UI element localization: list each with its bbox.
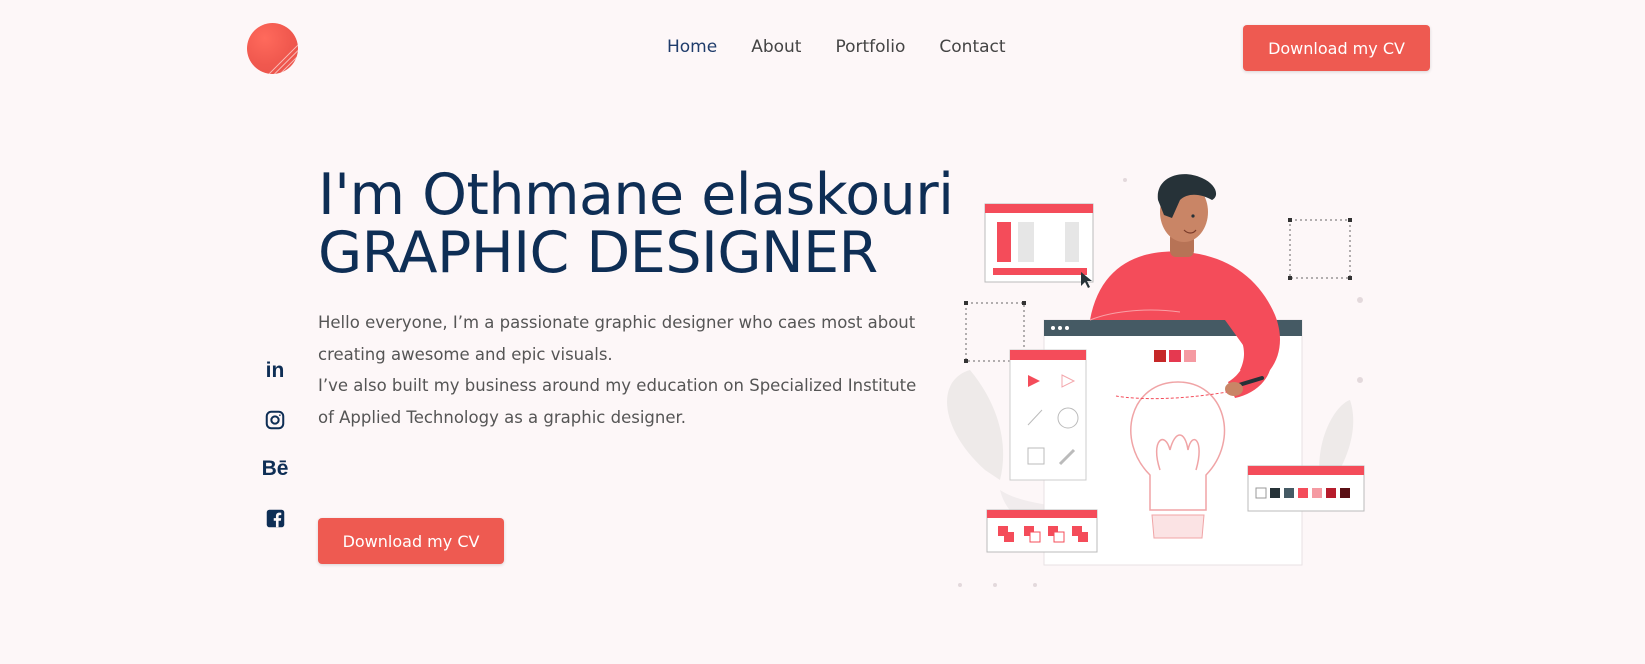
instagram-icon[interactable] [262, 407, 288, 433]
nav-about-link[interactable]: About [751, 37, 801, 57]
nav-home-link[interactable]: Home [667, 37, 717, 57]
nav-portfolio-link[interactable]: Portfolio [835, 37, 905, 57]
hero-title-name: I'm Othmane elaskouri [318, 162, 954, 228]
brand-logo[interactable] [247, 23, 298, 74]
designer-illustration [947, 174, 1365, 587]
header-download-cv-button[interactable]: Download my CV [1243, 25, 1430, 71]
hero-description: Hello everyone, I’m a passionate graphic… [318, 307, 918, 433]
hero-paragraph-education: I’ve also built my business around my ed… [318, 376, 917, 427]
main-nav: Home About Portfolio Contact [667, 37, 1040, 57]
behance-icon[interactable]: Bē [262, 456, 289, 482]
linkedin-icon[interactable]: in [262, 358, 288, 384]
hero-title-role: GRAPHIC DESIGNER [318, 220, 878, 286]
facebook-icon[interactable] [262, 505, 288, 531]
nav-contact-link[interactable]: Contact [939, 37, 1005, 57]
social-links: in Bē [262, 358, 288, 554]
hero-title: I'm Othmane elaskouri GRAPHIC DESIGNER [318, 166, 954, 282]
hero-download-cv-button[interactable]: Download my CV [318, 518, 504, 564]
hero-paragraph-intro: Hello everyone, I’m a passionate graphic… [318, 313, 916, 364]
